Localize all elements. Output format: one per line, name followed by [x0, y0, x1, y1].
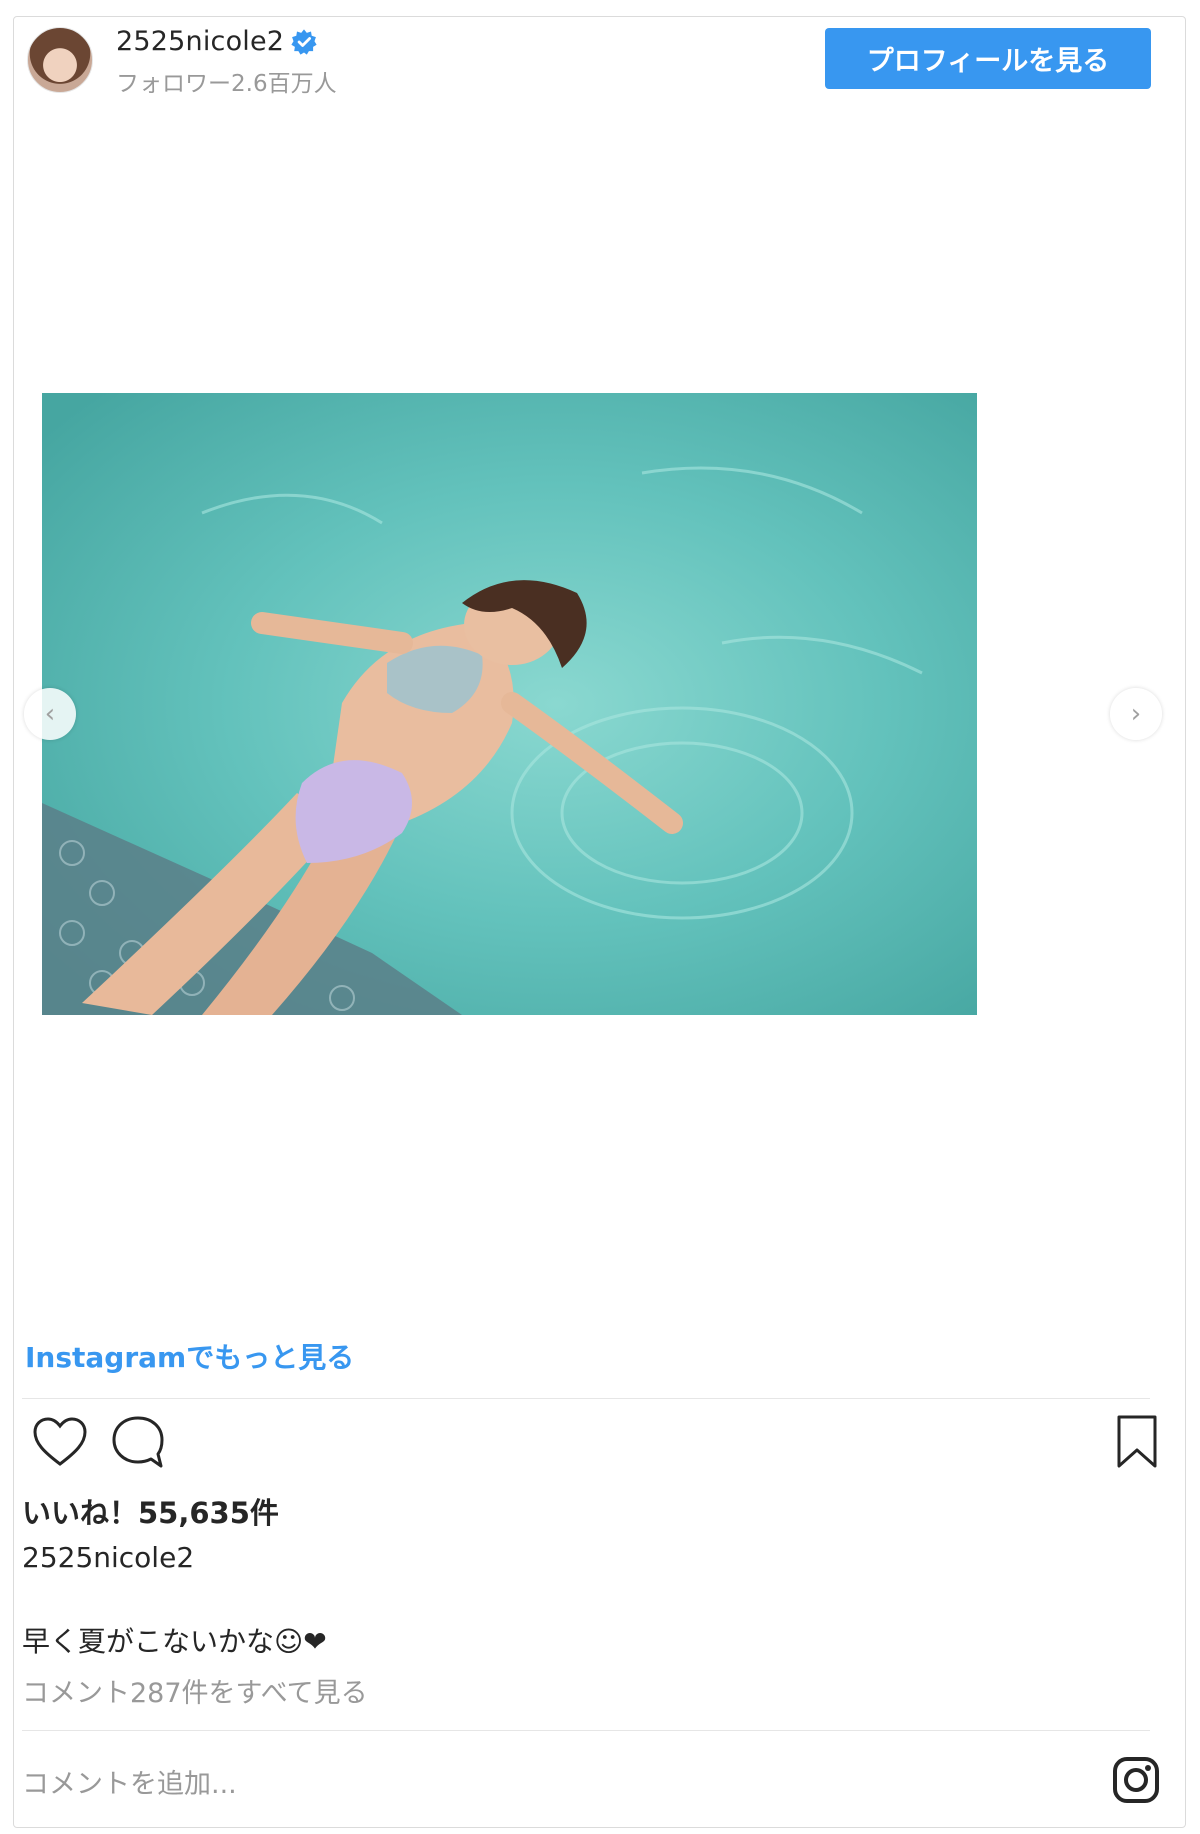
post-photo[interactable]: [42, 393, 977, 1015]
divider: [22, 1398, 1150, 1399]
chevron-right-icon: ›: [1130, 699, 1142, 729]
instagram-logo-icon[interactable]: [1112, 1756, 1160, 1804]
follower-count: フォロワー2.6百万人: [116, 71, 337, 97]
view-more-on-instagram-link[interactable]: Instagramでもっと見る: [25, 1336, 354, 1376]
caption-username[interactable]: 2525nicole2: [22, 1541, 194, 1574]
carousel-prev-button[interactable]: ‹: [24, 688, 76, 740]
verified-badge-icon: [291, 29, 317, 55]
view-all-comments-link[interactable]: コメント287件をすべて見る: [22, 1671, 368, 1710]
chevron-left-icon: ‹: [44, 699, 56, 729]
username[interactable]: 2525nicole2: [116, 26, 284, 57]
heart-icon[interactable]: [32, 1416, 88, 1468]
divider: [22, 1730, 1150, 1731]
carousel-next-button[interactable]: ›: [1110, 688, 1162, 740]
caption-text: 早く夏がこないかな☺︎❤︎: [22, 1625, 327, 1658]
add-comment-input[interactable]: コメントを追加...: [22, 1762, 237, 1801]
bookmark-icon[interactable]: [1115, 1414, 1159, 1470]
comment-bubble-icon[interactable]: [110, 1414, 166, 1470]
view-profile-button[interactable]: プロフィールを見る: [825, 28, 1151, 89]
like-count[interactable]: いいね！55,635件: [22, 1490, 279, 1532]
avatar[interactable]: [27, 27, 93, 93]
